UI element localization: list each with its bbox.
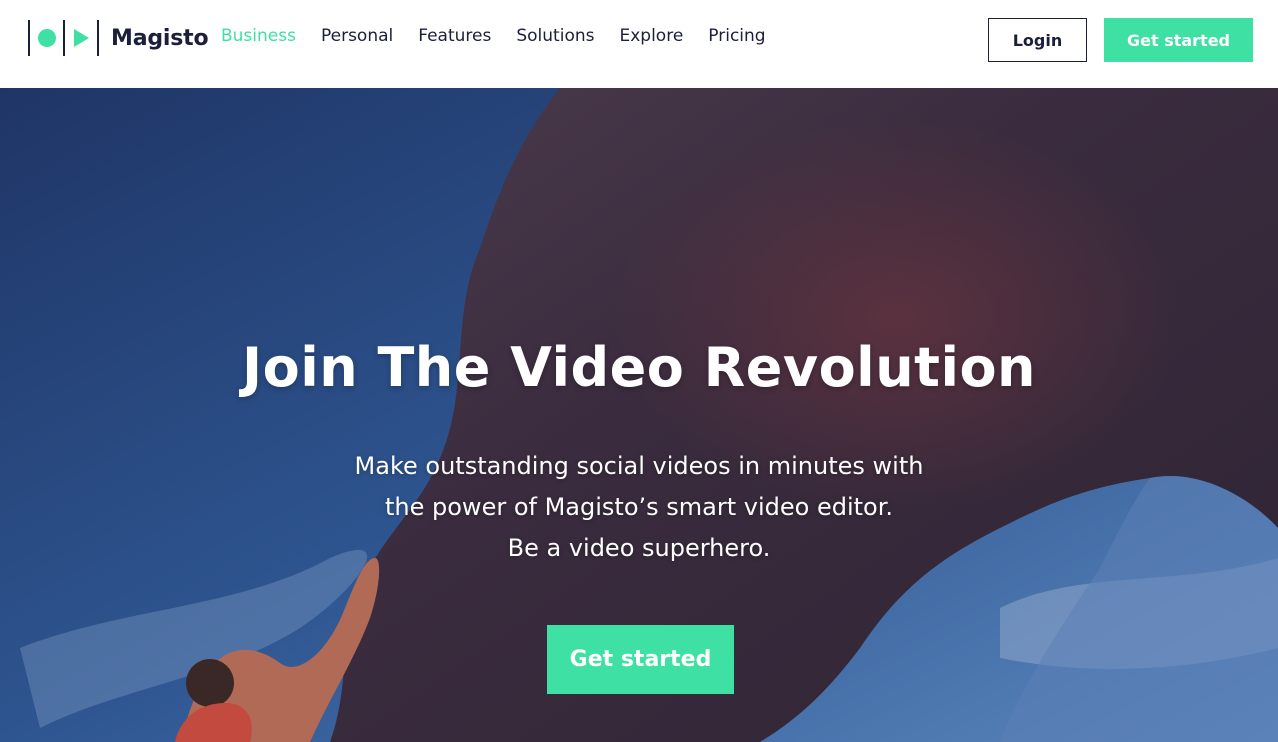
hero-subtitle-line: Be a video superhero.	[507, 534, 771, 562]
hero-section: Join The Video Revolution Make outstandi…	[0, 88, 1278, 742]
hero-title: Join The Video Revolution	[242, 336, 1036, 399]
nav-item-pricing[interactable]: Pricing	[708, 26, 765, 46]
hero-subtitle: Make outstanding social videos in minute…	[0, 446, 1278, 569]
hero-get-started-button[interactable]: Get started	[547, 625, 734, 694]
site-header: Magisto Business Personal Features Solut…	[0, 0, 1278, 88]
hero-subtitle-line: Make outstanding social videos in minute…	[354, 452, 924, 480]
nav-item-solutions[interactable]: Solutions	[516, 26, 594, 46]
nav-item-business[interactable]: Business	[221, 26, 296, 46]
nav-item-explore[interactable]: Explore	[619, 26, 683, 46]
hero-subtitle-line: the power of Magisto’s smart video edito…	[385, 493, 893, 521]
magisto-logo[interactable]: Magisto	[28, 19, 209, 57]
nav-item-personal[interactable]: Personal	[321, 26, 393, 46]
login-button[interactable]: Login	[988, 18, 1087, 62]
logo-wordmark: Magisto	[111, 25, 209, 51]
nav-item-features[interactable]: Features	[418, 26, 491, 46]
main-nav: Business Personal Features Solutions Exp…	[221, 26, 766, 46]
header-get-started-button[interactable]: Get started	[1104, 18, 1253, 62]
logo-mark-icon	[28, 19, 99, 57]
